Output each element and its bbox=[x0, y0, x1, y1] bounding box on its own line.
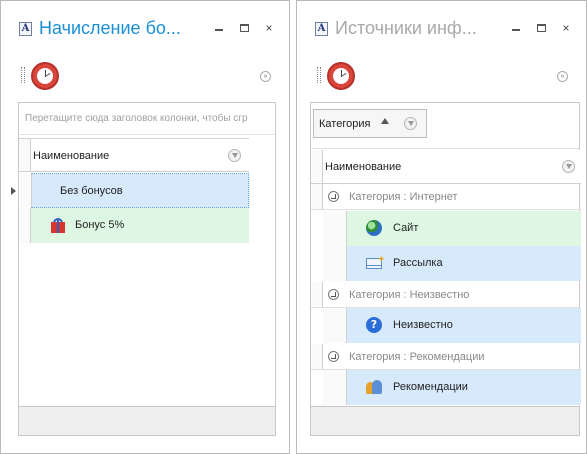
expand-collapse-icon[interactable] bbox=[328, 351, 339, 362]
group-by-panel[interactable]: Перетащите сюда заголовок колонки, чтобы… bbox=[19, 103, 275, 135]
close-button[interactable]: × bbox=[261, 21, 277, 35]
toolbar: » bbox=[297, 59, 586, 93]
row-indicator bbox=[19, 208, 31, 243]
row-label: Неизвестно bbox=[393, 319, 453, 331]
close-icon: × bbox=[265, 21, 273, 35]
table-row[interactable]: ✦ Рассылка bbox=[323, 246, 581, 281]
expand-collapse-icon[interactable] bbox=[328, 289, 339, 300]
toolbar: » bbox=[1, 59, 289, 93]
help-icon: ? bbox=[366, 317, 382, 333]
row-indicator bbox=[323, 370, 347, 405]
group-row[interactable]: Категория : Неизвестно bbox=[311, 282, 581, 308]
row-indicator bbox=[11, 174, 32, 207]
row-indicator bbox=[323, 211, 347, 246]
table-row[interactable]: Рекомендации bbox=[323, 370, 581, 405]
group-by-hint: Перетащите сюда заголовок колонки, чтобы… bbox=[25, 113, 248, 124]
clock-button[interactable] bbox=[327, 62, 355, 90]
column-header-label: Наименование bbox=[33, 150, 110, 162]
row-indicator bbox=[311, 282, 323, 307]
group-label: Категория : Интернет bbox=[349, 191, 458, 203]
maximize-button[interactable] bbox=[236, 21, 252, 35]
filter-icon[interactable] bbox=[404, 117, 417, 130]
grid-footer bbox=[311, 406, 579, 435]
row-label: Рекомендации bbox=[393, 381, 468, 393]
window-title: Источники инф... bbox=[335, 18, 477, 38]
group-row[interactable]: Категория : Рекомендации bbox=[311, 344, 581, 370]
filter-icon[interactable] bbox=[228, 149, 241, 162]
group-row[interactable]: Категория : Интернет bbox=[311, 184, 581, 210]
column-header[interactable]: Наименование bbox=[19, 138, 249, 172]
window-title: Начисление бо... bbox=[39, 18, 181, 38]
group-chip-label: Категория bbox=[319, 118, 371, 130]
filter-icon[interactable] bbox=[562, 160, 575, 173]
bonus-grid: Перетащите сюда заголовок колонки, чтобы… bbox=[11, 102, 276, 436]
globe-icon bbox=[366, 220, 382, 236]
group-label: Категория : Рекомендации bbox=[349, 351, 485, 363]
row-label: Рассылка bbox=[393, 257, 443, 269]
header-indicator bbox=[311, 150, 323, 183]
group-by-panel: Категория bbox=[311, 103, 579, 149]
gift-icon bbox=[50, 217, 66, 233]
table-row[interactable]: Бонус 5% bbox=[19, 208, 249, 243]
people-icon bbox=[366, 379, 382, 395]
row-label: Бонус 5% bbox=[75, 219, 125, 231]
row-indicator bbox=[311, 344, 323, 369]
sources-window: A Источники инф... × » Категория Наимено… bbox=[296, 0, 587, 454]
row-indicator bbox=[323, 308, 347, 343]
toolbar-grip[interactable] bbox=[317, 67, 321, 83]
app-icon: A bbox=[19, 22, 32, 36]
minimize-icon bbox=[512, 29, 520, 31]
minimize-button[interactable] bbox=[508, 21, 524, 35]
maximize-icon bbox=[239, 24, 249, 32]
header-indicator bbox=[19, 139, 31, 171]
grid-footer bbox=[19, 406, 275, 435]
expand-collapse-icon[interactable] bbox=[328, 191, 339, 202]
maximize-button[interactable] bbox=[533, 21, 549, 35]
row-label: Без бонусов bbox=[60, 185, 123, 197]
table-row[interactable]: ? Неизвестно bbox=[323, 308, 581, 343]
sort-ascending-icon bbox=[381, 118, 389, 124]
close-button[interactable]: × bbox=[558, 21, 574, 35]
group-chip-category[interactable]: Категория bbox=[313, 109, 427, 138]
collapse-icon[interactable]: » bbox=[557, 71, 568, 82]
bonus-window: A Начисление бо... × » Перетащите сюда з… bbox=[0, 0, 290, 454]
title-bar: A Начисление бо... × bbox=[1, 1, 289, 53]
title-bar: A Источники инф... × bbox=[297, 1, 586, 53]
app-icon: A bbox=[315, 22, 328, 36]
collapse-icon[interactable]: » bbox=[260, 71, 271, 82]
toolbar-grip[interactable] bbox=[21, 67, 25, 83]
mail-icon: ✦ bbox=[366, 254, 385, 269]
group-label: Категория : Неизвестно bbox=[349, 289, 470, 301]
row-indicator bbox=[311, 184, 323, 209]
sources-grid: Категория Наименование Категория : Интер… bbox=[310, 102, 581, 436]
column-header[interactable]: Наименование bbox=[311, 150, 581, 184]
row-indicator bbox=[323, 246, 347, 281]
column-header-label: Наименование bbox=[325, 161, 402, 173]
row-pointer-icon bbox=[11, 187, 16, 195]
row-label: Сайт bbox=[393, 222, 419, 234]
minimize-icon bbox=[215, 29, 223, 31]
table-row[interactable]: Без бонусов bbox=[11, 173, 249, 208]
table-row[interactable]: Сайт bbox=[323, 211, 581, 246]
clock-button[interactable] bbox=[31, 62, 59, 90]
minimize-button[interactable] bbox=[211, 21, 227, 35]
close-icon: × bbox=[562, 21, 570, 35]
maximize-icon bbox=[536, 24, 546, 32]
